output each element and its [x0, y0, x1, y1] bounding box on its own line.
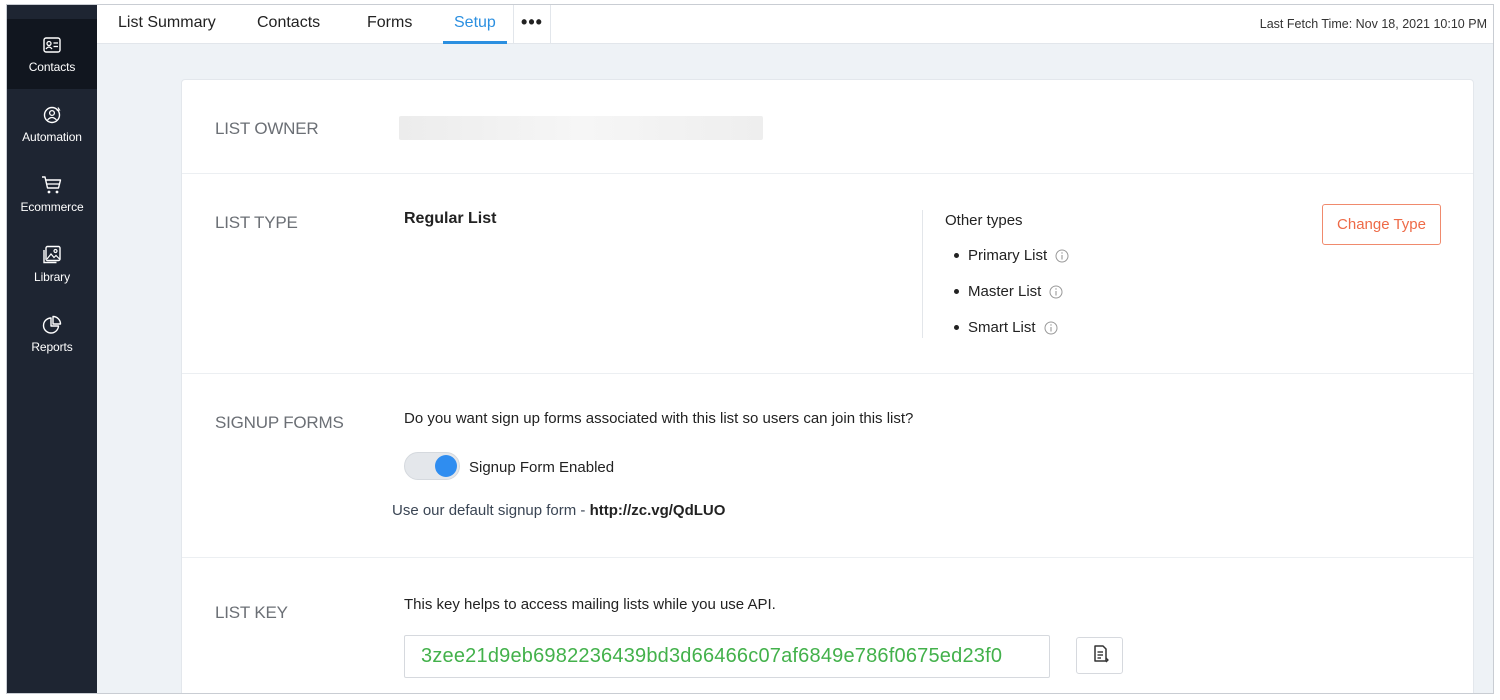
- sidebar-item-label: Reports: [31, 340, 73, 354]
- sidebar-item-label: Automation: [22, 130, 82, 144]
- change-type-button[interactable]: Change Type: [1322, 204, 1441, 245]
- list-key-section: LIST KEY This key helps to access mailin…: [182, 558, 1473, 693]
- signup-form-toggle[interactable]: [404, 452, 460, 480]
- tab-list-summary[interactable]: List Summary: [118, 14, 216, 32]
- sidebar-item-ecommerce[interactable]: Ecommerce: [7, 159, 97, 229]
- tab-setup[interactable]: Setup: [454, 14, 496, 32]
- list-owner-value-redacted: [399, 116, 763, 140]
- cart-icon: [41, 174, 63, 196]
- active-tab-indicator: [443, 41, 507, 44]
- list-type-label: LIST TYPE: [215, 213, 298, 232]
- default-signup-prefix: Use our default signup form -: [392, 502, 590, 519]
- tab-forms[interactable]: Forms: [367, 14, 412, 32]
- last-fetch-time: Last Fetch Time: Nov 18, 2021 10:10 PM: [1259, 17, 1487, 31]
- current-list-type: Regular List: [404, 210, 497, 227]
- other-type-label: Primary List: [968, 247, 1048, 264]
- sidebar-item-reports[interactable]: Reports: [7, 299, 97, 369]
- toggle-knob: [435, 455, 457, 477]
- signup-forms-section: SIGNUP FORMS Do you want sign up forms a…: [182, 374, 1473, 558]
- list-key-help-text: This key helps to access mailing lists w…: [404, 596, 776, 613]
- top-tab-bar: List Summary Contacts Forms Setup ••• La…: [97, 5, 1493, 44]
- other-types-title: Other types: [945, 212, 1023, 229]
- list-owner-section: LIST OWNER: [182, 80, 1473, 174]
- sidebar-item-automation[interactable]: Automation: [7, 89, 97, 159]
- other-type-label: Smart List: [968, 319, 1036, 336]
- more-tabs-button[interactable]: •••: [513, 5, 551, 44]
- bullet: [954, 325, 959, 330]
- sidebar-item-library[interactable]: Library: [7, 229, 97, 299]
- default-signup-form-line: Use our default signup form - http://zc.…: [392, 502, 725, 519]
- default-signup-link[interactable]: http://zc.vg/QdLUO: [590, 502, 726, 519]
- signup-forms-label: SIGNUP FORMS: [215, 413, 344, 432]
- pie-chart-icon: [41, 314, 63, 336]
- other-type-smart-list: Smart List: [954, 319, 1058, 336]
- list-key-field[interactable]: 3zee21d9eb6982236439bd3d66466c07af6849e7…: [404, 635, 1050, 678]
- sidebar-item-label: Ecommerce: [20, 200, 84, 214]
- info-icon[interactable]: [1049, 285, 1063, 299]
- list-setup-card: LIST OWNER LIST TYPE Regular List Other …: [181, 79, 1474, 693]
- copy-key-button[interactable]: [1076, 637, 1123, 674]
- other-type-label: Master List: [968, 283, 1042, 300]
- other-type-master-list: Master List: [954, 283, 1063, 300]
- more-icon: •••: [521, 11, 543, 32]
- sidebar: Contacts Automation Ecommerce Library Re…: [7, 5, 97, 693]
- sidebar-item-label: Library: [34, 270, 70, 284]
- list-key-label: LIST KEY: [215, 603, 288, 622]
- automation-icon: [41, 104, 63, 126]
- info-icon[interactable]: [1044, 321, 1058, 335]
- contact-card-icon: [41, 34, 63, 56]
- list-type-section: LIST TYPE Regular List Other types Prima…: [182, 174, 1473, 374]
- divider: [922, 210, 923, 338]
- signup-forms-question: Do you want sign up forms associated wit…: [404, 410, 914, 427]
- app-window: Contacts Automation Ecommerce Library Re…: [6, 4, 1494, 694]
- bullet: [954, 289, 959, 294]
- other-type-primary-list: Primary List: [954, 247, 1069, 264]
- copy-icon: [1091, 644, 1109, 667]
- info-icon[interactable]: [1055, 249, 1069, 263]
- sidebar-item-label: Contacts: [28, 60, 76, 74]
- signup-form-toggle-label: Signup Form Enabled: [469, 459, 615, 476]
- image-library-icon: [41, 244, 63, 266]
- list-owner-label: LIST OWNER: [215, 119, 319, 138]
- sidebar-item-contacts[interactable]: Contacts: [7, 19, 97, 89]
- tab-contacts[interactable]: Contacts: [257, 14, 320, 32]
- bullet: [954, 253, 959, 258]
